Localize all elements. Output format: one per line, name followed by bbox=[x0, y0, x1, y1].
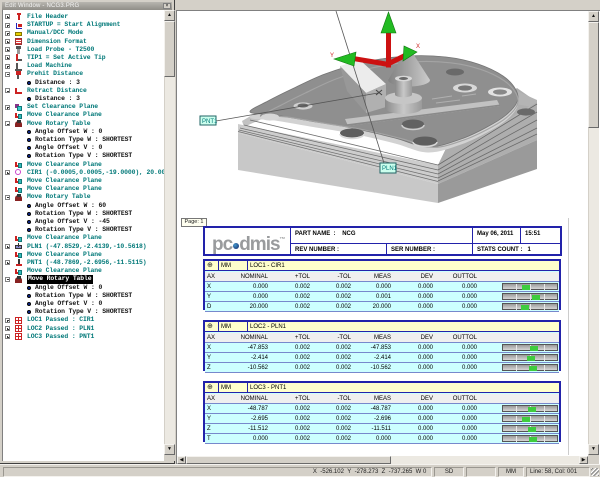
svg-text:PLN1: PLN1 bbox=[382, 166, 398, 172]
svg-text:X: X bbox=[416, 44, 420, 50]
svg-text:Y: Y bbox=[330, 53, 334, 59]
svg-text:PNT1: PNT1 bbox=[202, 119, 218, 125]
